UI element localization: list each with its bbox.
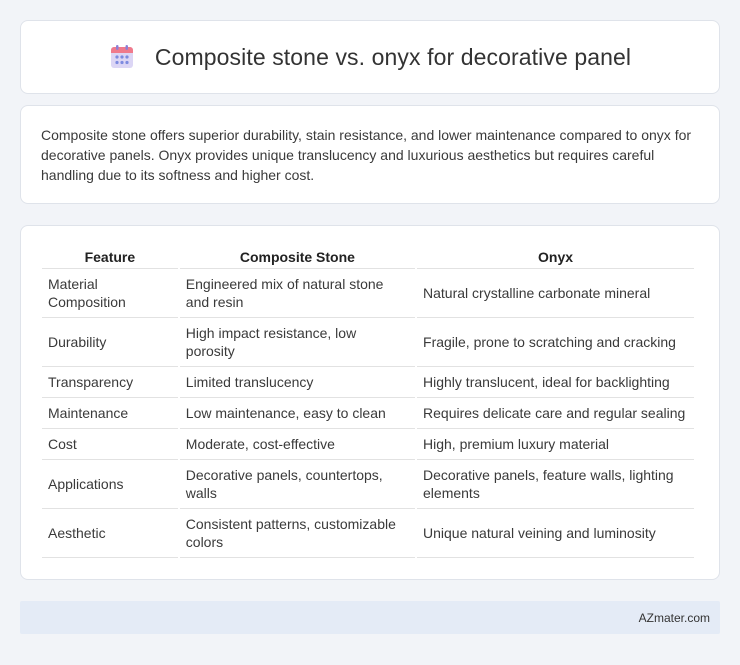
onyx-cell: Requires delicate care and regular seali… (417, 398, 694, 429)
table-header-row: Feature Composite Stone Onyx (42, 246, 694, 269)
feature-cell: Durability (42, 318, 178, 367)
feature-cell: Maintenance (42, 398, 178, 429)
onyx-cell: Highly translucent, ideal for backlighti… (417, 367, 694, 398)
onyx-cell: Decorative panels, feature walls, lighti… (417, 460, 694, 509)
table-row: Durability High impact resistance, low p… (42, 318, 694, 367)
feature-cell: Cost (42, 429, 178, 460)
table-row: Material Composition Engineered mix of n… (42, 269, 694, 318)
onyx-cell: Natural crystalline carbonate mineral (417, 269, 694, 318)
feature-cell: Transparency (42, 367, 178, 398)
title-card: Composite stone vs. onyx for decorative … (20, 20, 720, 94)
table-row: Cost Moderate, cost-effective High, prem… (42, 429, 694, 460)
table-row: Aesthetic Consistent patterns, customiza… (42, 509, 694, 558)
footer-source: AZmater.com (638, 610, 710, 625)
calendar-icon (110, 45, 133, 68)
summary-card: Composite stone offers superior durabili… (20, 105, 720, 204)
table-row: Applications Decorative panels, countert… (42, 460, 694, 509)
column-header-feature: Feature (42, 246, 178, 269)
composite-stone-cell: Decorative panels, countertops, walls (179, 460, 416, 509)
onyx-cell: High, premium luxury material (417, 429, 694, 460)
onyx-cell: Fragile, prone to scratching and crackin… (417, 318, 694, 367)
feature-cell: Material Composition (42, 269, 178, 318)
composite-stone-cell: Consistent patterns, customizable colors (179, 509, 416, 558)
feature-cell: Aesthetic (42, 509, 178, 558)
comparison-table: Feature Composite Stone Onyx Material Co… (40, 246, 696, 558)
footer-bar: AZmater.com (20, 601, 720, 634)
title-row: Composite stone vs. onyx for decorative … (109, 44, 631, 71)
composite-stone-cell: High impact resistance, low porosity (179, 318, 416, 367)
composite-stone-cell: Moderate, cost-effective (179, 429, 416, 460)
feature-cell: Applications (42, 460, 178, 509)
composite-stone-cell: Limited translucency (179, 367, 416, 398)
onyx-cell: Unique natural veining and luminosity (417, 509, 694, 558)
table-row: Maintenance Low maintenance, easy to cle… (42, 398, 694, 429)
composite-stone-cell: Engineered mix of natural stone and resi… (179, 269, 416, 318)
page-title: Composite stone vs. onyx for decorative … (154, 43, 632, 70)
summary-text: Composite stone offers superior durabili… (41, 127, 692, 183)
column-header-composite-stone: Composite Stone (179, 246, 416, 269)
column-header-onyx: Onyx (417, 246, 694, 269)
table-row: Transparency Limited translucency Highly… (42, 367, 694, 398)
composite-stone-cell: Low maintenance, easy to clean (179, 398, 416, 429)
comparison-table-card: Feature Composite Stone Onyx Material Co… (20, 225, 720, 580)
